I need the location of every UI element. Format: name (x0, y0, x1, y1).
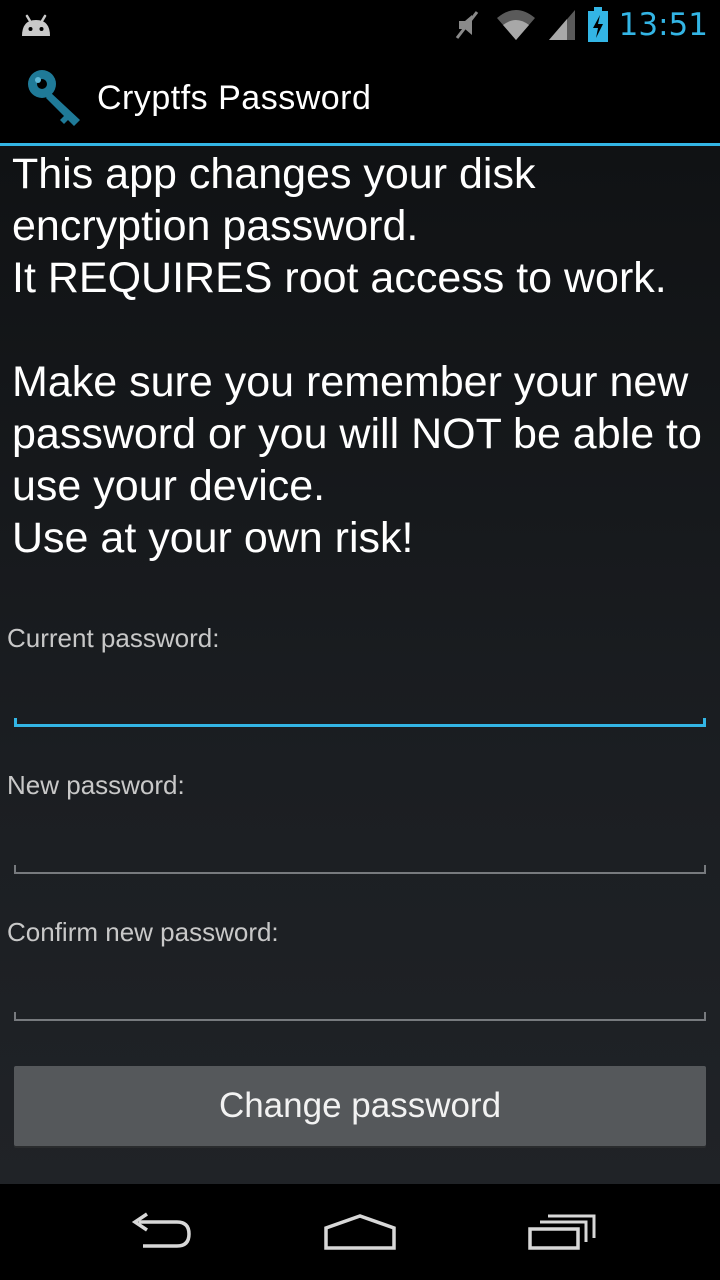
back-icon (131, 1212, 191, 1248)
recents-button[interactable] (512, 1202, 612, 1262)
screen: 13:51 Cryptfs Password This app changes … (0, 0, 720, 1280)
status-bar: 13:51 (0, 0, 720, 50)
recents-icon (528, 1214, 596, 1250)
signal-icon (548, 10, 575, 40)
current-password-field[interactable] (14, 674, 706, 714)
main-content: This app changes your disk encryption pa… (0, 146, 720, 1184)
current-password-underline (14, 718, 706, 727)
status-clock: 13:51 (618, 7, 708, 43)
action-bar: Cryptfs Password (0, 50, 720, 146)
status-icons: 13:51 (451, 0, 708, 50)
mute-icon (455, 11, 478, 39)
home-icon (324, 1214, 396, 1250)
wifi-icon (496, 10, 535, 40)
change-password-button[interactable]: Change password (14, 1066, 706, 1146)
nav-bar (0, 1184, 720, 1280)
new-password-field[interactable] (14, 821, 706, 861)
back-button[interactable] (110, 1202, 210, 1262)
app-title: Cryptfs Password (97, 79, 372, 117)
new-password-underline (14, 865, 706, 874)
new-password-label: New password: (7, 770, 185, 800)
confirm-password-field[interactable] (14, 968, 706, 1008)
confirm-password-label: Confirm new password: (7, 917, 279, 947)
home-button[interactable] (310, 1202, 410, 1262)
key-icon (28, 70, 80, 126)
intro-text: This app changes your disk encryption pa… (12, 150, 702, 562)
current-password-label: Current password: (7, 623, 220, 653)
battery-charging-icon (587, 7, 608, 42)
android-debug-icon (22, 14, 50, 36)
confirm-password-underline (14, 1012, 706, 1021)
